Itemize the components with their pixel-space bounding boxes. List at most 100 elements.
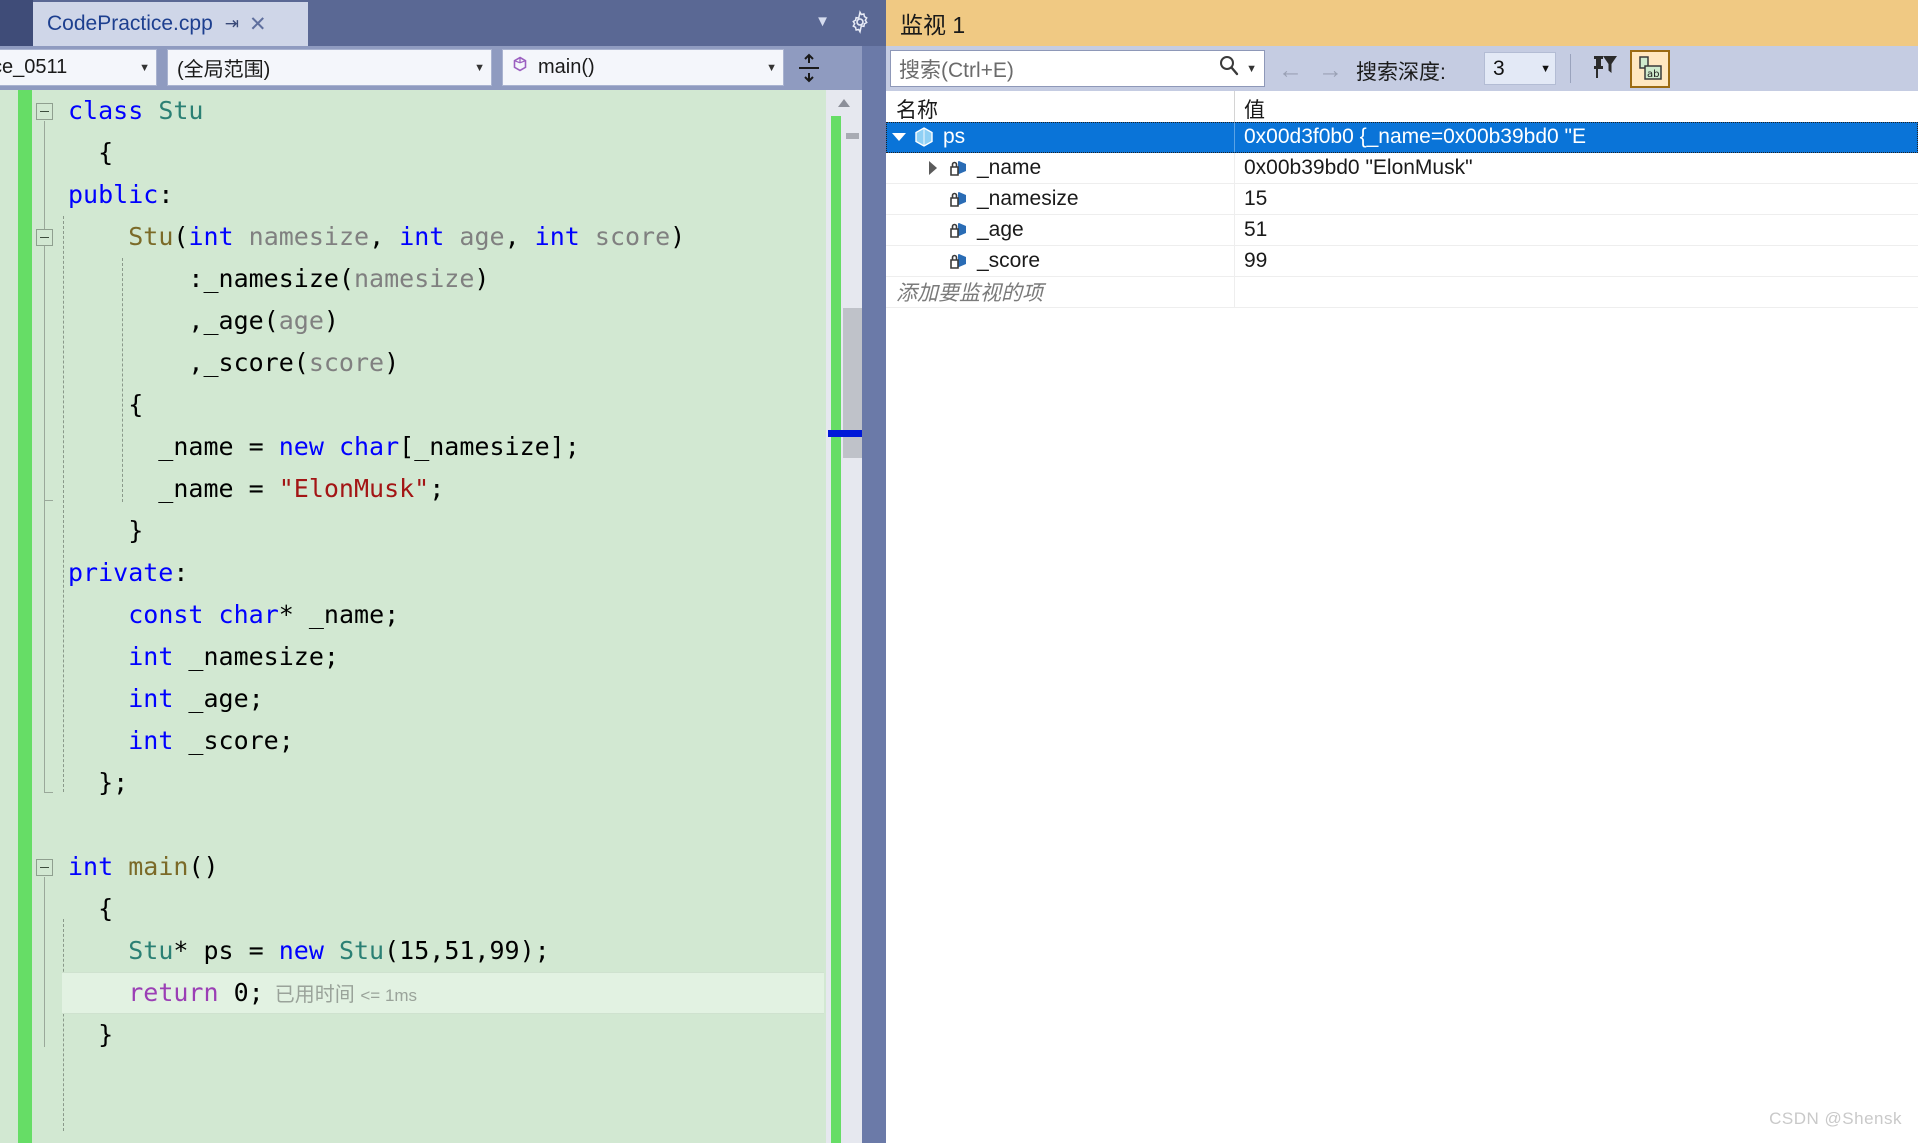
watch-row[interactable]: _namesize 15 — [886, 184, 1918, 215]
code-token: ) — [474, 264, 490, 293]
column-header-value[interactable]: 值 — [1244, 94, 1265, 124]
code-line[interactable]: { — [62, 384, 824, 426]
watch-row-name-cell[interactable]: _score — [886, 246, 1268, 276]
watch-row-name-cell[interactable]: _name — [886, 153, 1268, 183]
code-token: new — [278, 936, 324, 965]
watermark-text: CSDN @Shensk — [1769, 1109, 1902, 1128]
search-depth-dropdown[interactable]: 3 ▼ — [1484, 52, 1556, 85]
code-token: int — [128, 726, 174, 755]
code-line[interactable]: }; — [62, 762, 824, 804]
code-line[interactable]: class Stu — [62, 90, 824, 132]
pin-icon[interactable]: ⇥ — [225, 14, 239, 34]
code-line[interactable]: public: — [62, 174, 824, 216]
watch-row[interactable]: _age 51 — [886, 215, 1918, 246]
watch-row-value[interactable]: 51 — [1244, 215, 1918, 245]
hex-display-icon[interactable]: ab — [1630, 50, 1670, 88]
search-input[interactable]: 搜索(Ctrl+E) ▼ — [890, 50, 1265, 87]
column-divider[interactable] — [1234, 91, 1235, 122]
watch-variable-list[interactable]: ps 0x00d3f0b0 {_name=0x00b39bd0 "E _name 0x… — [886, 122, 1918, 1143]
search-options-chevron-down-icon[interactable]: ▼ — [1246, 63, 1257, 75]
code-line[interactable]: ,_age(age) — [62, 300, 824, 342]
code-line[interactable]: { — [62, 888, 824, 930]
watch-row-name-cell[interactable]: _namesize — [886, 184, 1268, 214]
code-line[interactable]: } — [62, 1014, 824, 1056]
search-forward-arrow-icon[interactable]: → — [1318, 56, 1343, 85]
watch-row-name-cell[interactable]: _age — [886, 215, 1268, 245]
close-icon[interactable]: ✕ — [249, 12, 267, 37]
code-token: class — [68, 96, 159, 125]
private-field-icon — [946, 218, 970, 242]
breakpoint-margin[interactable] — [0, 90, 18, 1143]
code-token: private — [68, 558, 174, 587]
split-window-icon[interactable] — [792, 50, 826, 86]
project-dropdown[interactable]: ce_0511 ▼ — [0, 49, 157, 86]
fold-toggle-class[interactable] — [36, 103, 53, 120]
code-line[interactable] — [62, 804, 824, 846]
code-token: () — [188, 852, 219, 881]
search-depth-value: 3 — [1493, 56, 1505, 80]
watch-row-value[interactable]: 0x00b39bd0 "ElonMusk" — [1244, 153, 1918, 183]
code-line[interactable]: Stu* ps = new Stu(15,51,99); — [62, 930, 824, 972]
watch-row-name-cell[interactable]: ps — [886, 122, 1234, 152]
code-editor-body[interactable]: class Stu { public: Stu(int namesize, int… — [0, 90, 886, 1143]
fold-toggle-ctor[interactable] — [36, 229, 53, 246]
elapsed-time-annotation: 已用时间 <= 1ms — [263, 984, 418, 1006]
watch-window-title: 监视 1 — [900, 12, 966, 38]
code-line[interactable]: Stu(int namesize, int age, int score) — [62, 216, 824, 258]
add-watch-item-row[interactable]: 添加要监视的项 — [886, 277, 1918, 308]
code-line[interactable]: int main() — [62, 846, 824, 888]
toolbar-divider — [1570, 54, 1571, 83]
editor-vertical-scrollbar[interactable] — [826, 90, 862, 1143]
add-watch-item-placeholder[interactable]: 添加要监视的项 — [886, 277, 1244, 307]
fold-toggle-main[interactable] — [36, 859, 53, 876]
document-tab-codepractice[interactable]: CodePractice.cpp ⇥ ✕ — [33, 2, 308, 46]
code-line[interactable]: } — [62, 510, 824, 552]
scroll-up-arrow-icon[interactable] — [826, 90, 862, 116]
column-header-name[interactable]: 名称 — [896, 94, 938, 124]
chevron-down-icon[interactable]: ▼ — [815, 13, 830, 30]
code-line[interactable]: ,_score(score) — [62, 342, 824, 384]
expand-triangle-closed-icon[interactable] — [920, 161, 946, 175]
code-line[interactable]: _name = "ElonMusk"; — [62, 468, 824, 510]
code-line[interactable]: int _score; — [62, 720, 824, 762]
pin-filter-icon[interactable] — [1586, 52, 1622, 86]
search-input-placeholder: 搜索(Ctrl+E) — [899, 58, 1014, 82]
watch-row[interactable]: _name 0x00b39bd0 "ElonMusk" — [886, 153, 1918, 184]
code-line[interactable]: private: — [62, 552, 824, 594]
watch-row[interactable]: _score 99 — [886, 246, 1918, 277]
code-token: * ps = — [173, 936, 279, 965]
search-icon[interactable] — [1216, 53, 1242, 84]
code-token: { — [68, 138, 114, 167]
code-line-current-statement[interactable]: return 0; 已用时间 <= 1ms — [62, 972, 824, 1014]
scope-dropdown[interactable]: (全局范围) ▼ — [167, 49, 492, 86]
code-line[interactable]: const char* _name; — [62, 594, 824, 636]
gear-icon[interactable] — [848, 10, 872, 34]
code-line[interactable]: int _age; — [62, 678, 824, 720]
watch-row-name: _age — [977, 218, 1024, 241]
member-dropdown[interactable]: main() ▼ — [502, 49, 784, 86]
watch-row-value[interactable]: 99 — [1244, 246, 1918, 276]
code-line[interactable]: :_namesize(namesize) — [62, 258, 824, 300]
watch-window-titlebar[interactable]: 监视 1 — [886, 0, 1918, 46]
code-text-area[interactable]: class Stu { public: Stu(int namesize, int… — [62, 90, 824, 1143]
code-line[interactable]: { — [62, 132, 824, 174]
code-token: return — [128, 978, 219, 1007]
search-back-arrow-icon[interactable]: ← — [1278, 56, 1303, 85]
code-token: , — [504, 222, 535, 251]
expand-triangle-open-icon[interactable] — [886, 133, 912, 141]
code-token: : — [158, 180, 174, 209]
add-watch-item-value[interactable] — [1244, 277, 1918, 307]
code-line[interactable]: int _namesize; — [62, 636, 824, 678]
outlining-margin[interactable] — [32, 90, 62, 1143]
watch-row-column-divider — [1234, 215, 1235, 245]
watch-row-column-divider — [1234, 153, 1235, 183]
watch-row-column-divider — [1234, 122, 1235, 152]
code-line[interactable]: _name = new char[_namesize]; — [62, 426, 824, 468]
watch-row-value[interactable]: 15 — [1244, 184, 1918, 214]
watch-row-value[interactable]: 0x00d3f0b0 {_name=0x00b39bd0 "E — [1244, 122, 1918, 152]
watch-row[interactable]: ps 0x00d3f0b0 {_name=0x00b39bd0 "E — [886, 122, 1918, 153]
